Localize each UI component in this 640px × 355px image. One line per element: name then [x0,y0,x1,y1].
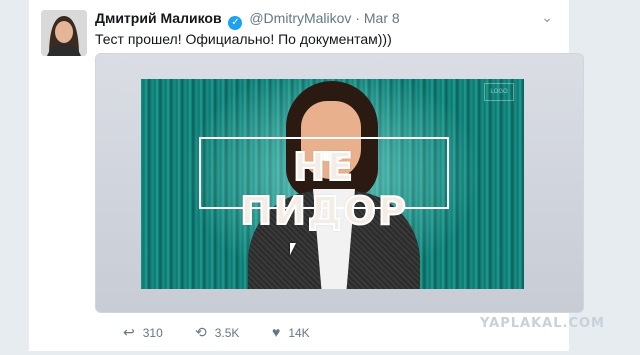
verified-badge-icon: ✓ [228,16,243,30]
retweet-button[interactable]: ⟲ 3.5K [195,324,239,341]
tweet-header: Дмитрий Маликов ✓ @DmitryMalikov · Mar 8 [95,10,400,30]
retweet-icon: ⟲ [195,324,207,340]
avatar[interactable] [41,10,87,56]
like-button[interactable]: ♥ 14K [272,324,310,340]
watermark: YAPLAKAL.COM [480,316,605,331]
overlay-text: НЕ ПИДОР [239,144,408,234]
heart-icon: ♥ [272,324,281,340]
like-count: 14K [288,326,310,340]
retweet-count: 3.5K [214,326,240,340]
tweet-text: Тест прошел! Официально! По документам))… [95,31,392,47]
video-frame: LOGO НЕ ПИДОР [141,79,524,289]
channel-logo: LOGO [484,83,514,101]
tweet-card[interactable]: Дмитрий Маликов ✓ @DmitryMalikov · Mar 8… [28,0,584,351]
display-name[interactable]: Дмитрий Маликов [95,10,222,26]
handle[interactable]: @DmitryMalikov [249,10,351,26]
tweet-date[interactable]: Mar 8 [364,10,400,26]
tweet-media[interactable]: LOGO НЕ ПИДОР [95,53,584,313]
reply-count: 310 [142,326,163,340]
reply-button[interactable]: ↩ 310 [123,324,163,341]
reply-icon: ↩ [123,324,135,340]
chevron-down-icon[interactable]: ⌄ [541,9,553,26]
cursor-icon [290,243,296,255]
divider [28,351,568,355]
separator: · [355,10,360,26]
